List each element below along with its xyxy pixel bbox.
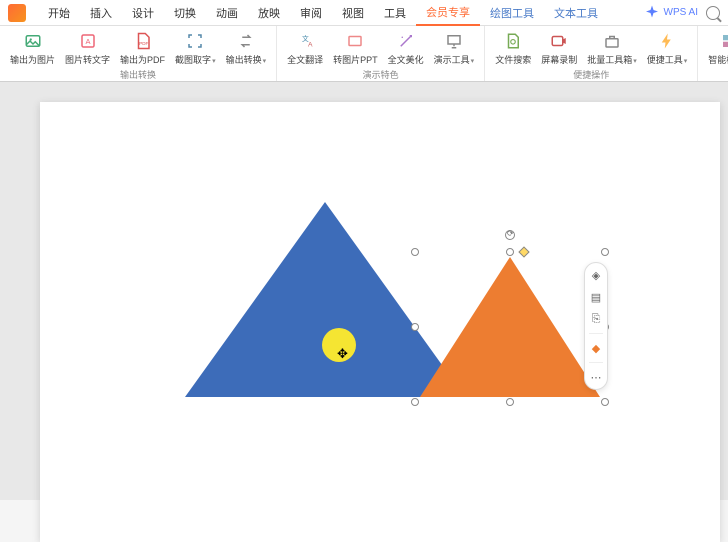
screenshot-icon bbox=[186, 32, 204, 50]
screenshot-ocr-button[interactable]: 截图取字 bbox=[171, 29, 220, 68]
ribbon: 输出为图片 A图片转文字 PDF输出为PDF 截图取字 输出转换 输出转换 文A… bbox=[0, 26, 728, 82]
resize-handle-tm[interactable] bbox=[506, 248, 514, 256]
tab-view[interactable]: 视图 bbox=[332, 0, 374, 26]
tab-design[interactable]: 设计 bbox=[122, 0, 164, 26]
screen-record-button[interactable]: 屏幕录制 bbox=[537, 29, 581, 68]
tab-insert[interactable]: 插入 bbox=[80, 0, 122, 26]
menu-bar: 开始 插入 设计 切换 动画 放映 审阅 视图 工具 会员专享 绘图工具 文本工… bbox=[0, 0, 728, 26]
to-image-ppt-button[interactable]: 转图片PPT bbox=[329, 29, 382, 68]
ocr-icon: A bbox=[79, 32, 97, 50]
selection-box bbox=[415, 252, 605, 402]
image-export-icon bbox=[24, 32, 42, 50]
resize-handle-tl[interactable] bbox=[411, 248, 419, 256]
file-search-icon bbox=[504, 32, 522, 50]
wps-ai-button[interactable]: WPS AI bbox=[643, 4, 698, 22]
ribbon-group-present: 文A全文翻译 转图片PPT 全文美化 演示工具 演示特色 bbox=[277, 26, 485, 81]
ribbon-group-output: 输出为图片 A图片转文字 PDF输出为PDF 截图取字 输出转换 输出转换 bbox=[0, 26, 277, 81]
tab-animation[interactable]: 动画 bbox=[206, 0, 248, 26]
float-link-button[interactable]: ⎘ bbox=[588, 311, 604, 327]
record-icon bbox=[550, 32, 568, 50]
resize-handle-tr[interactable] bbox=[601, 248, 609, 256]
tab-drawing-tools[interactable]: 绘图工具 bbox=[480, 0, 544, 26]
resize-handle-bl[interactable] bbox=[411, 398, 419, 406]
app-logo-icon bbox=[8, 4, 26, 22]
float-format-button[interactable]: ◆ bbox=[588, 340, 604, 356]
svg-text:A: A bbox=[85, 37, 90, 46]
sparkle-icon bbox=[643, 4, 661, 22]
shape-orange-triangle[interactable] bbox=[420, 257, 600, 397]
tab-text-tools[interactable]: 文本工具 bbox=[544, 0, 608, 26]
lightning-icon bbox=[658, 32, 676, 50]
ribbon-group-convenience: 文件搜索 屏幕录制 批量工具箱 便捷工具 便捷操作 bbox=[485, 26, 698, 81]
resize-handle-bm[interactable] bbox=[506, 398, 514, 406]
resize-handle-ml[interactable] bbox=[411, 323, 419, 331]
output-convert-button[interactable]: 输出转换 bbox=[222, 29, 271, 68]
present-icon bbox=[445, 32, 463, 50]
svg-text:A: A bbox=[308, 41, 313, 48]
group-label-present: 演示特色 bbox=[363, 68, 399, 83]
tab-start[interactable]: 开始 bbox=[38, 0, 80, 26]
ppt-image-icon bbox=[346, 32, 364, 50]
magic-icon bbox=[397, 32, 415, 50]
translate-icon: 文A bbox=[296, 32, 314, 50]
tab-transition[interactable]: 切换 bbox=[164, 0, 206, 26]
shape-yellow-circle[interactable] bbox=[322, 328, 356, 362]
tab-member[interactable]: 会员专享 bbox=[416, 0, 480, 26]
export-image-button[interactable]: 输出为图片 bbox=[6, 29, 59, 68]
batch-tools-button[interactable]: 批量工具箱 bbox=[583, 29, 641, 68]
group-label-convenience: 便捷操作 bbox=[573, 68, 609, 83]
beautify-button[interactable]: 全文美化 bbox=[384, 29, 428, 68]
pdf-icon: PDF bbox=[134, 32, 152, 50]
canvas-area[interactable]: ✥ ◈ ▤ ⎘ ◆ ⋯ bbox=[0, 82, 728, 500]
convert-icon bbox=[237, 32, 255, 50]
tab-tools[interactable]: 工具 bbox=[374, 0, 416, 26]
template-icon bbox=[720, 32, 728, 50]
export-pdf-button[interactable]: PDF输出为PDF bbox=[116, 29, 169, 68]
svg-text:PDF: PDF bbox=[139, 41, 148, 46]
resize-handle-br[interactable] bbox=[601, 398, 609, 406]
floating-toolbar: ◈ ▤ ⎘ ◆ ⋯ bbox=[584, 262, 608, 390]
present-tools-button[interactable]: 演示工具 bbox=[430, 29, 479, 68]
float-layers-button[interactable]: ◈ bbox=[588, 267, 604, 283]
float-align-button[interactable]: ▤ bbox=[588, 289, 604, 305]
file-search-button[interactable]: 文件搜索 bbox=[491, 29, 535, 68]
group-label-output: 输出转换 bbox=[120, 68, 156, 83]
ocr-button[interactable]: A图片转文字 bbox=[61, 29, 114, 68]
separator bbox=[589, 362, 603, 363]
ribbon-group-smart: 智能模板 bbox=[698, 26, 728, 81]
translate-button[interactable]: 文A全文翻译 bbox=[283, 29, 327, 68]
float-more-button[interactable]: ⋯ bbox=[588, 369, 604, 385]
rotate-handle[interactable] bbox=[505, 230, 515, 240]
search-icon[interactable] bbox=[706, 6, 720, 20]
slide[interactable]: ✥ ◈ ▤ ⎘ ◆ ⋯ bbox=[40, 102, 720, 542]
adjust-handle[interactable] bbox=[518, 246, 529, 257]
quick-tools-button[interactable]: 便捷工具 bbox=[643, 29, 692, 68]
tab-slideshow[interactable]: 放映 bbox=[248, 0, 290, 26]
toolbox-icon bbox=[603, 32, 621, 50]
smart-template-button[interactable]: 智能模板 bbox=[704, 29, 728, 68]
separator bbox=[589, 333, 603, 334]
tab-review[interactable]: 审阅 bbox=[290, 0, 332, 26]
